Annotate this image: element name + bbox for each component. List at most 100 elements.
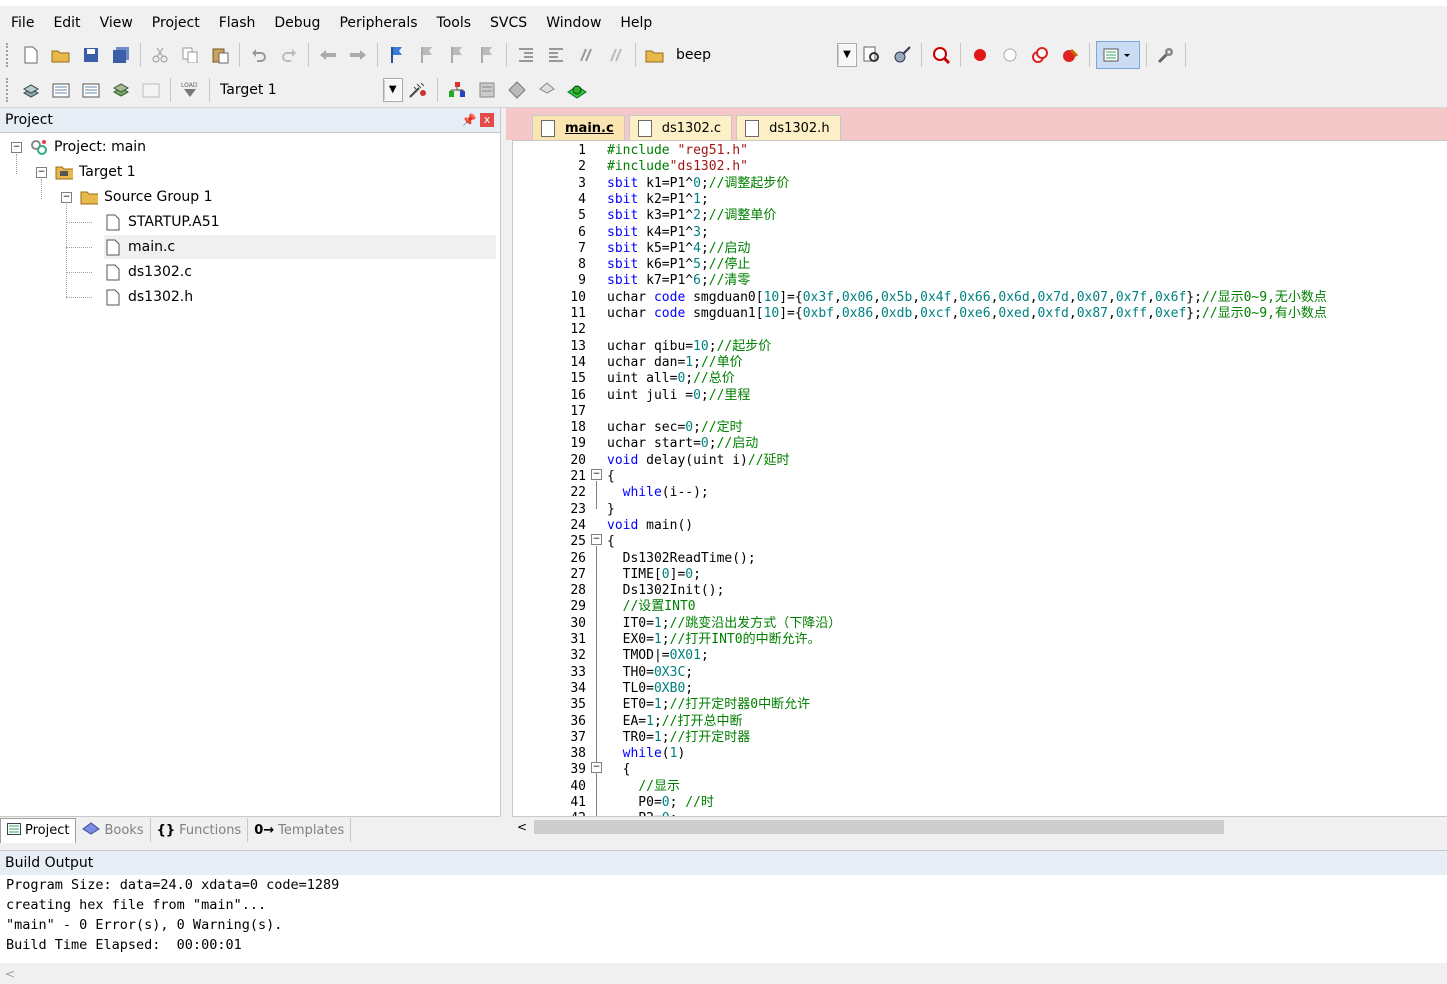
undo-icon[interactable]	[246, 42, 272, 68]
tree-item-file[interactable]: ds1302.h	[104, 285, 193, 309]
build-output-scrollbar[interactable]: <	[0, 963, 1447, 984]
code-line[interactable]: {	[607, 534, 615, 550]
debug-session-icon[interactable]	[928, 42, 954, 68]
code-line[interactable]: #include "reg51.h"	[607, 143, 748, 159]
menu-svcs[interactable]: SVCS	[479, 10, 535, 36]
code-line[interactable]: IT0=1;//跳变沿出发方式（下降沿）	[607, 616, 842, 632]
pin-icon[interactable]: 📌	[460, 113, 478, 127]
code-line[interactable]: {	[607, 762, 631, 778]
disable-all-breakpoints-icon[interactable]	[1027, 42, 1053, 68]
window-layout-button[interactable]	[1096, 40, 1140, 69]
menu-edit[interactable]: Edit	[42, 10, 88, 36]
copy-icon[interactable]	[177, 42, 203, 68]
code-line[interactable]: sbit k2=P1^1;	[607, 192, 709, 208]
code-line[interactable]: sbit k7=P1^6;//清零	[607, 273, 750, 289]
batch-build-icon[interactable]	[108, 77, 134, 103]
navigate-back-icon[interactable]	[315, 42, 341, 68]
code-line[interactable]: TMOD|=0X01;	[607, 648, 709, 664]
indent-icon[interactable]	[513, 42, 539, 68]
tree-item-source-group[interactable]: − Source Group 1	[61, 185, 213, 209]
tree-item-file[interactable]: STARTUP.A51	[104, 210, 220, 234]
code-line[interactable]: TIME[0]=0;	[607, 567, 701, 583]
tree-item-project[interactable]: − Project: main	[11, 135, 146, 159]
cut-icon[interactable]	[147, 42, 173, 68]
code-line[interactable]: //设置INT0	[607, 599, 696, 615]
code-line[interactable]: Ds1302Init();	[607, 583, 725, 599]
build-icon[interactable]	[48, 77, 74, 103]
code-line[interactable]: }	[607, 502, 615, 518]
code-line[interactable]: EX0=1;//打开INT0的中断允许。	[607, 632, 821, 648]
target-combo-dropdown[interactable]: ▼	[382, 77, 403, 102]
uncomment-icon[interactable]	[603, 42, 629, 68]
collapse-icon[interactable]: −	[61, 191, 72, 203]
collapse-icon[interactable]: −	[11, 141, 22, 153]
tree-item-target[interactable]: − Target 1	[36, 160, 136, 184]
tab-templates[interactable]: 0→ Templates	[248, 818, 352, 842]
manage-project-icon[interactable]	[444, 77, 470, 103]
code-line[interactable]: EA=1;//打开总中断	[607, 714, 743, 730]
code-line[interactable]: sbit k4=P1^3;	[607, 225, 709, 241]
bookmark-icon[interactable]	[384, 42, 410, 68]
tab-project[interactable]: Project	[0, 817, 77, 843]
select-packs-icon[interactable]	[474, 77, 500, 103]
save-icon[interactable]	[78, 42, 104, 68]
code-line[interactable]: uchar code smgduan0[10]={0x3f,0x06,0x5b,…	[607, 290, 1327, 306]
code-line[interactable]: Ds1302ReadTime();	[607, 551, 756, 567]
code-line[interactable]: uchar qibu=10;//起步价	[607, 339, 771, 355]
menu-peripherals[interactable]: Peripherals	[328, 10, 425, 36]
code-line[interactable]: sbit k3=P1^2;//调整单价	[607, 208, 776, 224]
menu-view[interactable]: View	[89, 10, 141, 36]
menu-help[interactable]: Help	[609, 10, 660, 36]
fold-toggle-icon[interactable]: −	[591, 534, 602, 545]
prev-bookmark-icon[interactable]	[414, 42, 440, 68]
code-line[interactable]: while(i--);	[607, 485, 709, 501]
code-line[interactable]: //显示	[607, 779, 680, 795]
collapse-icon[interactable]: −	[36, 166, 47, 178]
kill-breakpoints-icon[interactable]	[1057, 42, 1083, 68]
incremental-find-icon[interactable]	[889, 42, 915, 68]
save-all-icon[interactable]	[108, 42, 134, 68]
find-combo-dropdown[interactable]: ▼	[837, 42, 857, 67]
comment-icon[interactable]	[573, 42, 599, 68]
scroll-left-icon[interactable]: <	[0, 967, 20, 981]
code-line[interactable]: sbit k5=P1^4;//启动	[607, 241, 750, 257]
rebuild-icon[interactable]	[78, 77, 104, 103]
manage-components-icon[interactable]	[504, 77, 530, 103]
tree-item-file-selected[interactable]: main.c	[104, 235, 496, 259]
fold-toggle-icon[interactable]: −	[591, 762, 602, 773]
code-line[interactable]: uchar start=0;//启动	[607, 436, 758, 452]
target-combo-text[interactable]: Target 1	[214, 82, 283, 98]
tab-functions[interactable]: {} Functions	[151, 818, 249, 842]
editor-horizontal-scrollbar[interactable]: <	[512, 816, 1447, 837]
scroll-thumb[interactable]	[534, 820, 1224, 834]
new-file-icon[interactable]	[18, 42, 44, 68]
code-line[interactable]: void main()	[607, 518, 693, 534]
scroll-left-icon[interactable]: <	[512, 820, 532, 834]
build-output[interactable]: Program Size: data=24.0 xdata=0 code=128…	[0, 875, 1447, 963]
code-lines[interactable]: #include "reg51.h" #include"ds1302.h" sbit…	[607, 141, 1447, 817]
code-line[interactable]: TL0=0XB0;	[607, 681, 693, 697]
fold-toggle-icon[interactable]: −	[591, 469, 602, 480]
paste-icon[interactable]	[207, 42, 233, 68]
menu-file[interactable]: File	[0, 10, 42, 36]
find-icon[interactable]	[859, 42, 885, 68]
menu-flash[interactable]: Flash	[208, 10, 264, 36]
code-line[interactable]: void delay(uint i)//延时	[607, 453, 790, 469]
code-line[interactable]: while(1)	[607, 746, 686, 762]
next-bookmark-icon[interactable]	[444, 42, 470, 68]
editor-tab-ds1302-c[interactable]: ds1302.c	[628, 115, 733, 140]
find-in-files-icon[interactable]	[642, 42, 668, 68]
disable-breakpoint-icon[interactable]	[997, 42, 1023, 68]
code-line[interactable]: sbit k1=P1^0;//调整起步价	[607, 176, 789, 192]
code-line[interactable]: TH0=0X3C;	[607, 665, 693, 681]
tab-books[interactable]: Books	[76, 818, 151, 842]
unindent-icon[interactable]	[543, 42, 569, 68]
breakpoint-icon[interactable]	[967, 42, 993, 68]
pack-installer-icon[interactable]	[534, 77, 560, 103]
code-line[interactable]: TR0=1;//打开定时器	[607, 730, 751, 746]
code-line[interactable]: sbit k6=P1^5;//停止	[607, 257, 750, 273]
run-time-env-icon[interactable]	[564, 77, 590, 103]
open-file-icon[interactable]	[48, 42, 74, 68]
clear-bookmarks-icon[interactable]	[474, 42, 500, 68]
code-line[interactable]: {	[607, 469, 615, 485]
